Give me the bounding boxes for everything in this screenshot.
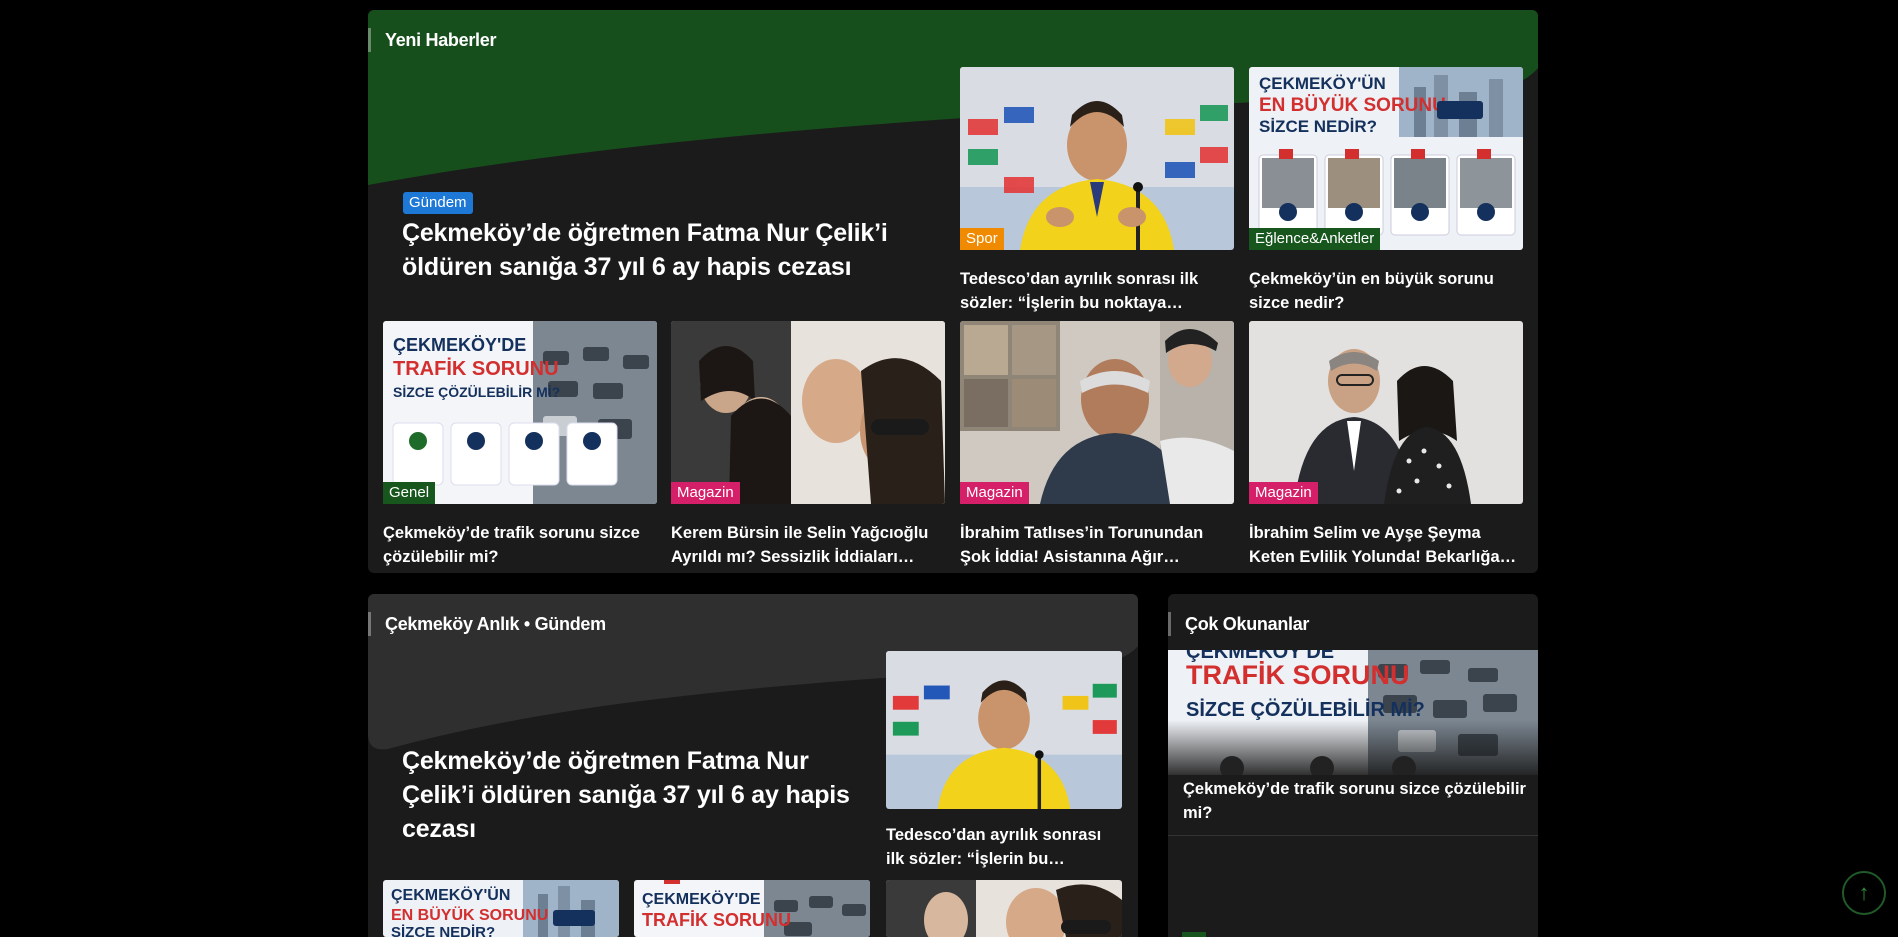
news-headline[interactable]: Çekmeköy’ün en büyük sorunu sizce nedir? <box>1249 267 1523 315</box>
poster-line: TRAFİK SORUNU <box>642 910 791 930</box>
lead-headline[interactable]: Çekmeköy’de öğretmen Fatma Nur Çelik’i ö… <box>402 744 862 846</box>
category-badge[interactable]: Magazin <box>1249 482 1318 504</box>
poster-line: ÇEKMEKÖY'ÜN <box>1259 74 1386 93</box>
poster-line: EN BÜYÜK SORUNU <box>1259 95 1446 116</box>
news-card[interactable]: Spor Tedesco’dan ayrılık sonrası ilk söz… <box>960 67 1234 317</box>
scroll-to-top-button[interactable]: ↑ <box>1842 871 1886 915</box>
poster-line: EN BÜYÜK SORUNU <box>391 905 548 924</box>
poster-line: SİZCE ÇÖZÜLEBİLİR Mİ? <box>393 384 560 400</box>
poster-line: SİZCE ÇÖZÜLEBİLİR Mİ? <box>1186 698 1425 721</box>
news-headline[interactable]: İbrahim Selim ve Ayşe Şeyma Keten Evlili… <box>1249 521 1523 569</box>
coach-press-conference-image <box>886 651 1122 809</box>
lead-headline[interactable]: Çekmeköy’de öğretmen Fatma Nur Çelik’i ö… <box>402 216 902 284</box>
news-card[interactable] <box>886 880 1122 937</box>
news-card[interactable]: ÇEKMEKÖY'DE TRAFİK SORUNU <box>634 880 870 937</box>
section-title: Yeni Haberler <box>368 28 496 52</box>
news-card[interactable]: Magazin İbrahim Tatlıses’in Torunundan Ş… <box>960 321 1234 571</box>
poster-line: SİZCE NEDİR? <box>1259 117 1377 136</box>
celebrity-couple-image <box>886 880 1122 937</box>
news-image[interactable] <box>671 321 945 504</box>
news-image[interactable] <box>1249 321 1523 504</box>
news-headline[interactable]: Tedesco’dan ayrılık sonrası ilk sözler: … <box>886 823 1122 871</box>
list-divider <box>1168 835 1538 836</box>
section-yeni-haberler: Yeni Haberler Gündem Çekmeköy’de öğretme… <box>368 10 1538 573</box>
news-image[interactable] <box>960 67 1234 250</box>
category-badge[interactable]: Magazin <box>960 482 1029 504</box>
coach-press-conference-image <box>960 67 1234 250</box>
couple-portrait-image <box>1249 321 1523 504</box>
category-badge[interactable] <box>1182 932 1206 937</box>
news-headline[interactable]: Kerem Bürsin ile Selin Yağcıoğlu Ayrıldı… <box>671 521 945 569</box>
poster-line: ÇEKMEKÖY'DE <box>642 889 761 908</box>
news-image[interactable] <box>886 880 1122 937</box>
news-card[interactable]: ÇEKMEKÖY'ÜN EN BÜYÜK SORUNU SİZCE NEDİR? <box>383 880 619 937</box>
poll-biggest-problem-image: ÇEKMEKÖY'ÜN EN BÜYÜK SORUNU SİZCE NEDİR? <box>1249 67 1523 250</box>
most-read-item[interactable]: ÇEKMEKÖY'DE TRAFİK SORUNU SİZCE ÇÖZÜLEBİ… <box>1168 650 1538 830</box>
category-badge[interactable]: Eğlence&Anketler <box>1249 228 1381 250</box>
news-image[interactable]: ÇEKMEKÖY'DE TRAFİK SORUNU SİZCE ÇÖZÜLEBİ… <box>1168 650 1538 775</box>
celebrity-couple-image <box>671 321 945 504</box>
poster-line: ÇEKMEKÖY'DE <box>393 335 526 355</box>
poll-traffic-image: ÇEKMEKÖY'DE TRAFİK SORUNU SİZCE ÇÖZÜLEBİ… <box>1168 650 1538 775</box>
news-card[interactable]: ÇEKMEKÖY'DE TRAFİK SORUNU SİZCE ÇÖZÜLEBİ… <box>383 321 657 571</box>
arrow-up-icon: ↑ <box>1858 880 1870 905</box>
news-image[interactable] <box>960 321 1234 504</box>
category-badge[interactable]: Spor <box>960 228 1004 250</box>
section-title: Çekmeköy Anlık • Gündem <box>368 612 606 636</box>
news-card[interactable]: Magazin İbrahim Selim ve Ayşe Şeyma Kete… <box>1249 321 1523 571</box>
poster-line: SİZCE NEDİR? <box>391 924 495 937</box>
news-image[interactable]: ÇEKMEKÖY'DE TRAFİK SORUNU SİZCE ÇÖZÜLEBİ… <box>383 321 657 504</box>
news-card[interactable]: ÇEKMEKÖY'ÜN EN BÜYÜK SORUNU SİZCE NEDİR?… <box>1249 67 1523 317</box>
news-headline[interactable]: Çekmeköy’de trafik sorunu sizce çözülebi… <box>1183 777 1528 825</box>
news-image[interactable]: ÇEKMEKÖY'ÜN EN BÜYÜK SORUNU SİZCE NEDİR? <box>1249 67 1523 250</box>
category-badge[interactable]: Magazin <box>671 482 740 504</box>
news-card[interactable]: Tedesco’dan ayrılık sonrası ilk sözler: … <box>886 651 1122 871</box>
poster-line: ÇEKMEKÖY'ÜN <box>391 885 510 904</box>
news-image[interactable] <box>886 651 1122 809</box>
section-title: Çok Okunanlar <box>1168 612 1309 636</box>
news-card[interactable]: Magazin Kerem Bürsin ile Selin Yağcıoğlu… <box>671 321 945 571</box>
poster-line: TRAFİK SORUNU <box>393 357 559 380</box>
category-badge[interactable]: Genel <box>383 482 436 504</box>
most-read-panel: Çok Okunanlar ÇEKMEKÖY'DE TRAFİK SORUNU … <box>1168 594 1538 937</box>
poll-traffic-image: ÇEKMEKÖY'DE TRAFİK SORUNU <box>634 880 870 937</box>
lead-category-badge[interactable]: Gündem <box>403 192 473 214</box>
poster-line: TRAFİK SORUNU <box>1186 660 1410 690</box>
poll-biggest-problem-image: ÇEKMEKÖY'ÜN EN BÜYÜK SORUNU SİZCE NEDİR? <box>383 880 619 937</box>
news-headline[interactable]: Çekmeköy’de trafik sorunu sizce çözülebi… <box>383 521 657 569</box>
news-headline[interactable]: Tedesco’dan ayrılık sonrası ilk sözler: … <box>960 267 1234 315</box>
section-cekmekoy-anlik-gundem: Çekmeköy Anlık • Gündem Çekmeköy’de öğre… <box>368 594 1138 937</box>
poll-traffic-image: ÇEKMEKÖY'DE TRAFİK SORUNU SİZCE ÇÖZÜLEBİ… <box>383 321 657 504</box>
singer-collage-image <box>960 321 1234 504</box>
news-headline[interactable]: İbrahim Tatlıses’in Torunundan Şok İddia… <box>960 521 1234 569</box>
news-image[interactable]: ÇEKMEKÖY'DE TRAFİK SORUNU <box>634 880 870 937</box>
news-image[interactable]: ÇEKMEKÖY'ÜN EN BÜYÜK SORUNU SİZCE NEDİR? <box>383 880 619 937</box>
